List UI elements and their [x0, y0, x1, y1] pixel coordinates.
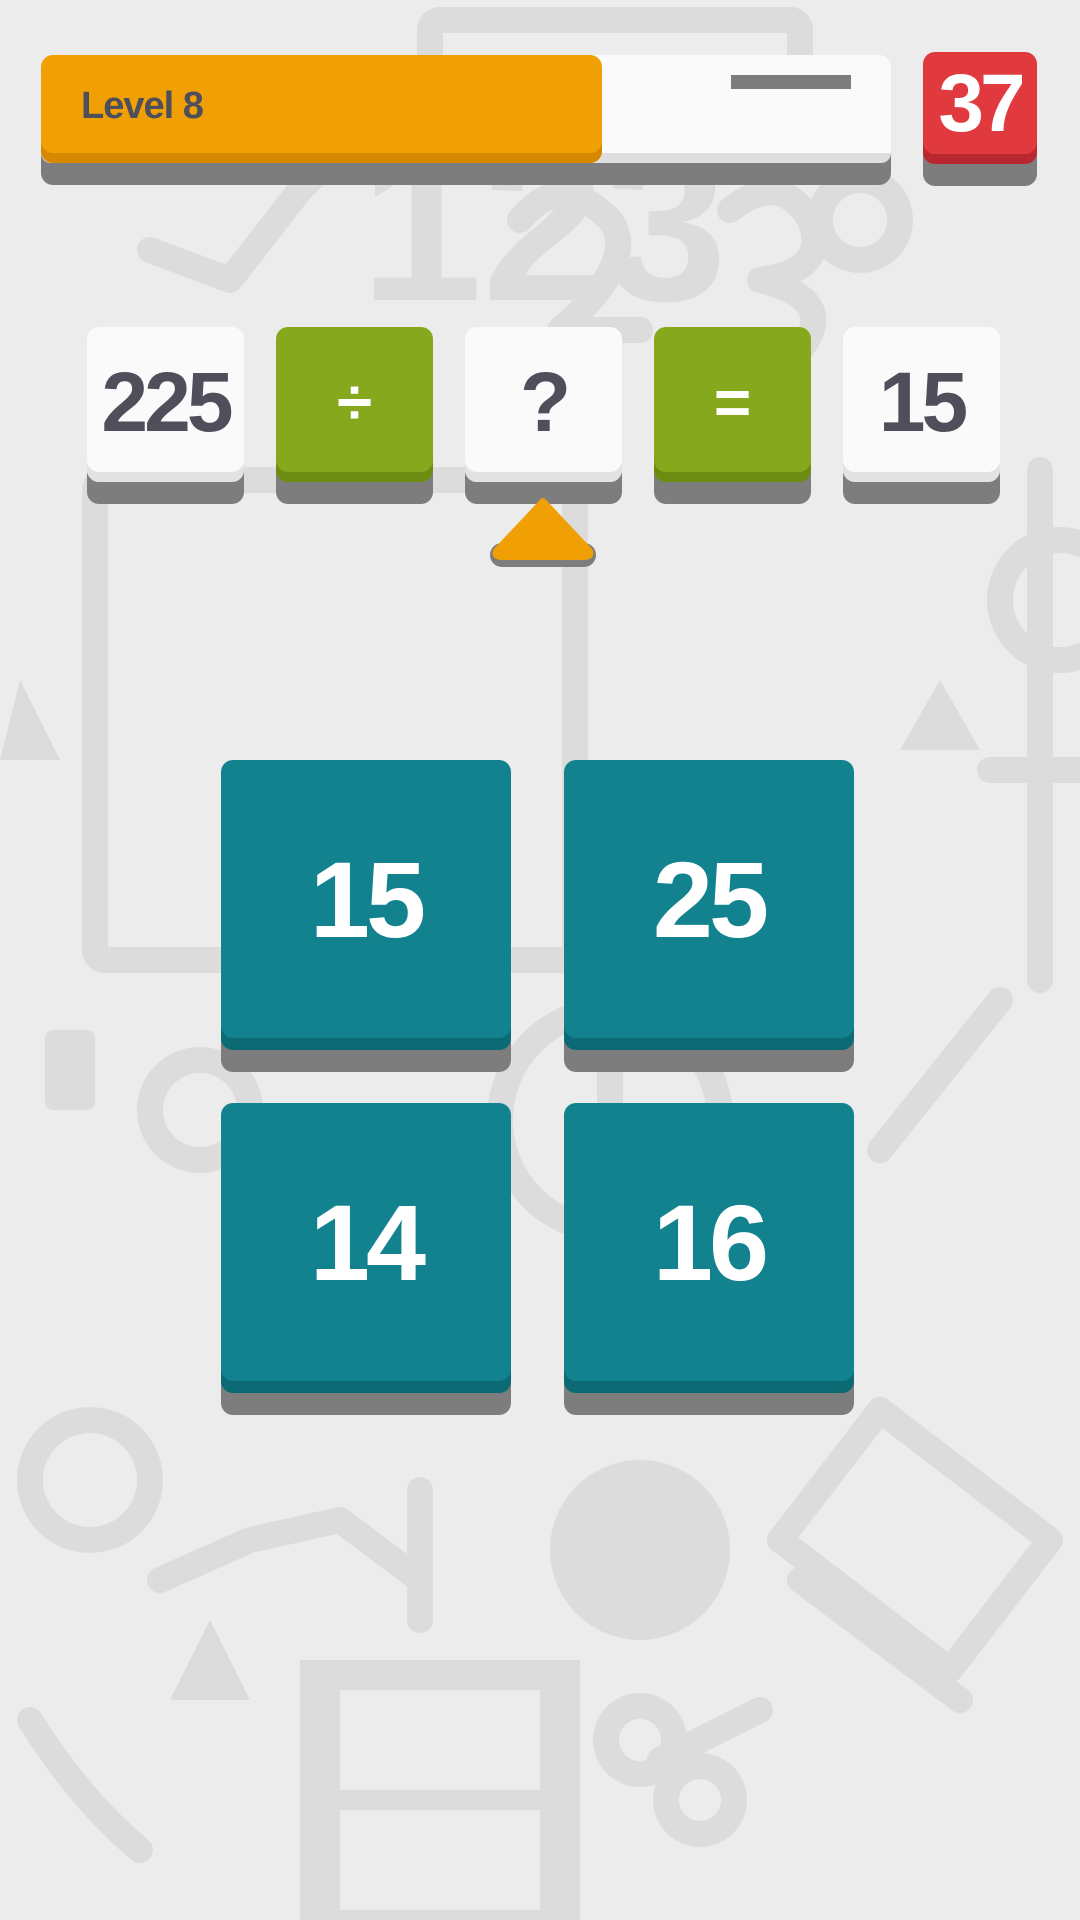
equation-operand-left: 225	[87, 327, 244, 482]
caret-up-icon	[490, 498, 596, 567]
equation-operator: ÷	[276, 327, 433, 482]
equation-unknown-slot: ?	[465, 327, 622, 482]
equation-equals: =	[654, 327, 811, 482]
progress-track-notch	[731, 75, 851, 89]
answer-button[interactable]: 14	[221, 1103, 511, 1393]
level-label: Level 8	[81, 85, 204, 127]
answer-button[interactable]: 25	[564, 760, 854, 1050]
answer-button[interactable]: 15	[221, 760, 511, 1050]
timer-badge: 37	[923, 52, 1037, 164]
level-progress-bar: Level 8	[41, 55, 891, 163]
background-doodles: 123	[0, 7, 1080, 1920]
equation-result: 15	[843, 327, 1000, 482]
answer-button[interactable]: 16	[564, 1103, 854, 1393]
